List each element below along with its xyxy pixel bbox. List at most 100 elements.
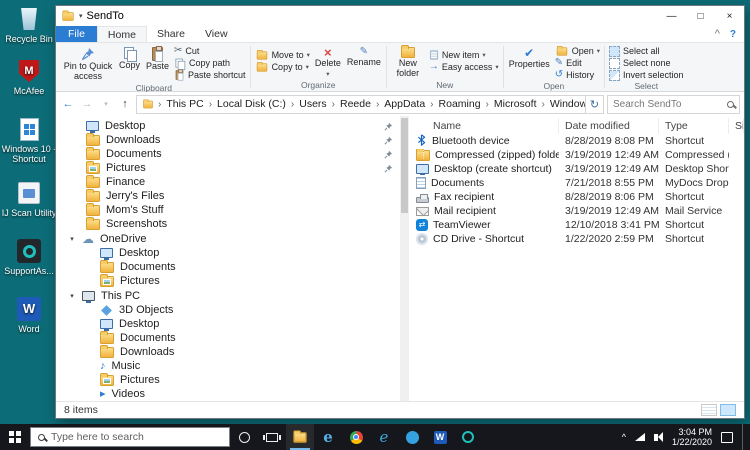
tab-file[interactable]: File	[56, 26, 97, 42]
breadcrumb-item[interactable]: Roaming	[437, 98, 483, 110]
rename-button[interactable]: ✎ Rename	[344, 45, 384, 70]
open-button[interactable]: Open▾	[553, 45, 602, 57]
select-all-button[interactable]: Select all	[607, 45, 686, 57]
pin-to-quick-access-button[interactable]: Pin to Quick access	[60, 45, 116, 83]
desktop-icon-windows10-shortcut[interactable]: Windows 10 - Shortcut	[1, 116, 57, 164]
column-header-date-modified[interactable]: Date modified	[559, 118, 659, 134]
breadcrumb-separator[interactable]: ›	[290, 99, 295, 110]
paste-button[interactable]: Paste	[143, 45, 172, 74]
breadcrumb-item[interactable]: Local Disk (C:)	[215, 98, 288, 110]
nav-section-this-pc[interactable]: ▾This PC	[56, 289, 400, 303]
nav-item-pictures[interactable]: Pictures	[56, 161, 400, 175]
forward-button[interactable]: →	[79, 95, 95, 113]
tab-share[interactable]: Share	[147, 26, 195, 42]
up-button[interactable]: ↑	[117, 95, 133, 113]
tab-view[interactable]: View	[195, 26, 238, 42]
breadcrumb-item[interactable]: AppData	[382, 98, 427, 110]
show-desktop-button[interactable]	[742, 424, 747, 450]
move-to-button[interactable]: Move to▾	[253, 49, 312, 61]
column-header-size[interactable]: Size	[729, 118, 744, 134]
file-row[interactable]: ⇄TeamViewer 12/10/2018 3:41 PM Shortcut	[409, 218, 744, 232]
start-button[interactable]	[0, 424, 30, 450]
taskbar-task-view-button[interactable]	[258, 424, 286, 450]
breadcrumb-separator[interactable]: ›	[540, 99, 545, 110]
nav-item-pc-desktop[interactable]: Desktop	[56, 317, 400, 331]
copy-button[interactable]: Copy	[116, 45, 143, 73]
desktop-icon-word[interactable]: W Word	[1, 296, 57, 334]
taskbar-cortana-button[interactable]	[230, 424, 258, 450]
nav-item-pc-documents[interactable]: Documents	[56, 331, 400, 345]
help-icon[interactable]: ?	[730, 29, 736, 40]
file-row[interactable]: Desktop (create shortcut) 3/19/2019 12:4…	[409, 162, 744, 176]
nav-item-pc-music[interactable]: ♪Music	[56, 359, 400, 373]
taskbar-search-input[interactable]	[51, 431, 222, 443]
nav-item-pc-downloads[interactable]: Downloads	[56, 345, 400, 359]
close-button[interactable]: ×	[715, 6, 744, 26]
breadcrumb-item[interactable]: Windows	[548, 98, 586, 110]
file-row[interactable]: Fax recipient 8/28/2019 8:06 PM Shortcut	[409, 190, 744, 204]
minimize-button[interactable]: —	[657, 6, 686, 26]
back-button[interactable]: ←	[60, 95, 76, 113]
breadcrumb-item[interactable]: Microsoft	[492, 98, 539, 110]
nav-item-downloads[interactable]: Downloads	[56, 133, 400, 147]
invert-selection-button[interactable]: Invert selection	[607, 69, 686, 81]
paste-shortcut-button[interactable]: Paste shortcut	[172, 69, 248, 81]
volume-icon[interactable]	[654, 434, 658, 441]
details-view-toggle-icon[interactable]	[701, 404, 717, 416]
taskbar-search[interactable]	[30, 427, 230, 447]
breadcrumb-separator[interactable]: ›	[331, 99, 336, 110]
breadcrumb-separator[interactable]: ›	[375, 99, 380, 110]
column-header-type[interactable]: Type	[659, 118, 729, 134]
file-row[interactable]: Mail recipient 3/19/2019 12:49 AM Mail S…	[409, 204, 744, 218]
select-none-button[interactable]: Select none	[607, 57, 686, 69]
nav-item-pc-pictures[interactable]: Pictures	[56, 373, 400, 387]
maximize-button[interactable]: □	[686, 6, 715, 26]
refresh-icon[interactable]: ↻	[586, 95, 604, 114]
chevron-expanded-icon[interactable]: ▾	[68, 292, 76, 300]
file-row[interactable]: Bluetooth device 8/28/2019 8:08 PM Short…	[409, 134, 744, 148]
nav-item-onedrive-documents[interactable]: Documents	[56, 260, 400, 274]
nav-item-onedrive-desktop[interactable]: Desktop	[56, 246, 400, 260]
explorer-search-input[interactable]	[613, 99, 723, 110]
edit-button[interactable]: ✎Edit	[553, 57, 602, 69]
breadcrumb-separator[interactable]: ›	[208, 99, 213, 110]
nav-item-screenshots[interactable]: Screenshots	[56, 217, 400, 231]
desktop-icon-supportassist[interactable]: SupportAs...	[1, 238, 57, 276]
breadcrumb[interactable]: › This PC › Local Disk (C:) › Users › Re…	[136, 95, 586, 114]
breadcrumb-item[interactable]: This PC	[164, 98, 205, 110]
new-item-button[interactable]: New item▾	[427, 49, 501, 61]
action-center-icon[interactable]	[721, 432, 733, 443]
nav-item-moms-stuff[interactable]: Mom's Stuff	[56, 203, 400, 217]
taskbar-supportassist-button[interactable]	[454, 424, 482, 450]
scrollbar-thumb[interactable]	[401, 118, 408, 213]
nav-item-3d-objects[interactable]: 3D Objects	[56, 303, 400, 317]
properties-button[interactable]: ✔ Properties	[506, 45, 553, 72]
quick-access-toolbar-dropdown-icon[interactable]: ▾	[79, 12, 83, 20]
taskbar-word-button[interactable]: W	[426, 424, 454, 450]
taskbar-clock[interactable]: 3:04 PM 1/22/2020	[672, 427, 712, 448]
taskbar-edge-button[interactable]: e	[314, 424, 342, 450]
taskbar-internet-explorer-button[interactable]: e	[370, 424, 398, 450]
history-button[interactable]: ↺History	[553, 69, 602, 81]
desktop-icon-mcafee[interactable]: M McAfee	[1, 58, 57, 96]
copy-to-button[interactable]: Copy to▾	[253, 61, 312, 73]
cut-button[interactable]: ✂Cut	[172, 45, 248, 57]
desktop-icon-scan-utility[interactable]: IJ Scan Utility	[1, 180, 57, 218]
new-folder-button[interactable]: New folder	[389, 45, 427, 80]
breadcrumb-item[interactable]: Users	[297, 98, 328, 110]
breadcrumb-separator[interactable]: ›	[429, 99, 434, 110]
nav-item-finance[interactable]: Finance	[56, 175, 400, 189]
breadcrumb-item[interactable]: Reede	[338, 98, 373, 110]
title-bar[interactable]: ▾ SendTo — □ ×	[56, 6, 744, 26]
breadcrumb-separator[interactable]: ›	[485, 99, 490, 110]
thumbnails-view-toggle-icon[interactable]	[720, 404, 736, 416]
nav-item-desktop[interactable]: Desktop	[56, 119, 400, 133]
explorer-search-box[interactable]	[607, 95, 740, 114]
copy-path-button[interactable]: Copy path	[172, 57, 248, 69]
file-row[interactable]: Compressed (zipped) folder 3/19/2019 12:…	[409, 148, 744, 162]
file-row[interactable]: Documents 7/21/2018 8:55 PM MyDocs Drop …	[409, 176, 744, 190]
nav-section-onedrive[interactable]: ▾☁OneDrive	[56, 232, 400, 246]
desktop-icon-recycle-bin[interactable]: Recycle Bin	[1, 6, 57, 44]
easy-access-button[interactable]: →Easy access▾	[427, 61, 501, 73]
taskbar-file-explorer-button[interactable]	[286, 424, 314, 450]
